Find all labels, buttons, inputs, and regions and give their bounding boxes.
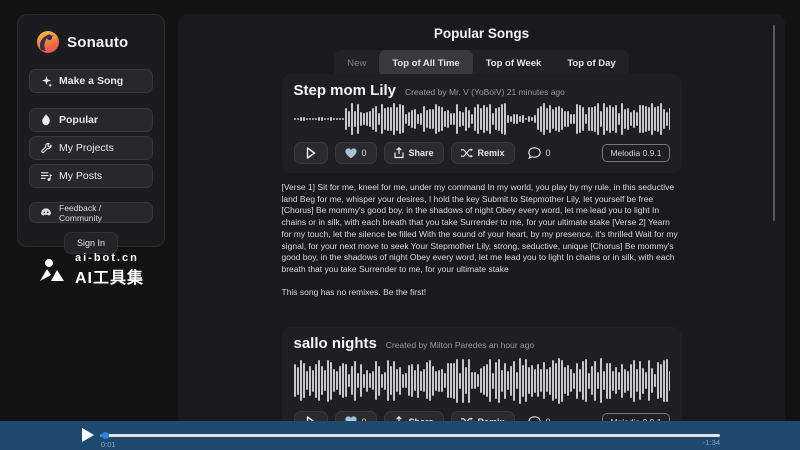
share-icon xyxy=(394,147,404,159)
sign-in-button[interactable]: Sign In xyxy=(64,232,118,254)
play-button[interactable] xyxy=(294,142,328,164)
song-lyrics: [Verse 1] Sit for me, kneel for me, unde… xyxy=(282,182,682,276)
sonauto-logo-icon xyxy=(37,31,59,53)
page-title: Popular Songs xyxy=(178,26,785,41)
remaining-time: -1:34 xyxy=(703,438,720,447)
play-button[interactable] xyxy=(294,411,328,421)
shuffle-icon xyxy=(461,148,473,158)
model-version-badge: Melodia 0.9.1 xyxy=(602,413,669,421)
tab-top-of-day[interactable]: Top of Day xyxy=(554,50,628,77)
brand[interactable]: Sonauto xyxy=(29,31,153,53)
sidebar-item-label: My Posts xyxy=(59,170,102,182)
like-count: 0 xyxy=(362,148,367,158)
sidebar-item-my-posts[interactable]: My Posts xyxy=(29,164,153,188)
comment-icon xyxy=(528,147,541,159)
music-list-icon xyxy=(40,171,52,182)
heart-icon xyxy=(345,148,357,159)
waveform[interactable] xyxy=(294,358,670,404)
discord-icon xyxy=(40,208,52,217)
sidebar-item-my-projects[interactable]: My Projects xyxy=(29,136,153,160)
comment-button[interactable]: 0 xyxy=(528,147,551,159)
share-label: Share xyxy=(409,148,434,158)
elapsed-time: 0:01 xyxy=(101,440,116,449)
song-title: Step mom Lily xyxy=(294,82,397,99)
watermark-line1: ai-bot.cn xyxy=(75,252,144,264)
model-version-badge: Melodia 0.9.1 xyxy=(602,144,669,162)
sidebar-item-label: My Projects xyxy=(59,142,114,154)
tab-bar: New Top of All Time Top of Week Top of D… xyxy=(178,50,785,77)
like-button[interactable]: 0 xyxy=(335,411,377,421)
sparkles-icon xyxy=(40,76,52,87)
make-a-song-button[interactable]: Make a Song xyxy=(29,69,153,93)
remix-button[interactable]: Remix xyxy=(451,142,515,164)
like-button[interactable]: 0 xyxy=(335,142,377,164)
feedback-label: Feedback / Community xyxy=(59,203,142,223)
sidebar-item-label: Popular xyxy=(59,114,98,126)
brand-name: Sonauto xyxy=(67,34,128,51)
no-remixes-note: This song has no remixes. Be the first! xyxy=(282,287,682,297)
tab-new[interactable]: New xyxy=(334,50,379,77)
scrollbar-thumb[interactable] xyxy=(773,25,775,221)
tab-top-of-week[interactable]: Top of Week xyxy=(473,50,555,77)
comment-count: 0 xyxy=(546,148,551,158)
ai-bot-logo-icon xyxy=(38,257,68,283)
song-meta: Created by Mr. V (YoBoiV) 21 minutes ago xyxy=(405,87,565,97)
remix-label: Remix xyxy=(478,148,505,158)
song-card: sallo nights Created by Milton Paredes a… xyxy=(282,327,682,421)
player-progress-track[interactable] xyxy=(100,434,720,437)
song-meta: Created by Milton Paredes an hour ago xyxy=(386,340,534,350)
song-card: Step mom Lily Created by Mr. V (YoBoiV) … xyxy=(282,74,682,173)
share-button[interactable]: Share xyxy=(384,142,444,164)
play-icon xyxy=(306,147,316,159)
make-a-song-label: Make a Song xyxy=(59,75,123,87)
song-feed: Step mom Lily Created by Mr. V (YoBoiV) … xyxy=(178,74,785,421)
wrench-icon xyxy=(40,143,52,154)
sidebar-item-popular[interactable]: Popular xyxy=(29,108,153,132)
feedback-community-button[interactable]: Feedback / Community xyxy=(29,202,153,223)
share-button[interactable]: Share xyxy=(384,411,444,421)
ai-bot-watermark: ai-bot.cn AI工具集 xyxy=(17,252,165,288)
waveform[interactable] xyxy=(294,103,670,135)
player-play-button[interactable] xyxy=(82,428,94,442)
remix-button[interactable]: Remix xyxy=(451,411,515,421)
flame-icon xyxy=(40,114,52,126)
tab-top-of-all-time[interactable]: Top of All Time xyxy=(379,50,472,77)
main-panel: Popular Songs New Top of All Time Top of… xyxy=(178,14,785,421)
player-progress-fill[interactable] xyxy=(100,434,106,437)
player-bar: 0:01 -1:34 xyxy=(0,421,800,450)
sidebar: Sonauto Make a Song Popular My Projects … xyxy=(17,14,165,247)
song-title: sallo nights xyxy=(294,335,377,352)
watermark-line2: AI工具集 xyxy=(75,264,144,288)
